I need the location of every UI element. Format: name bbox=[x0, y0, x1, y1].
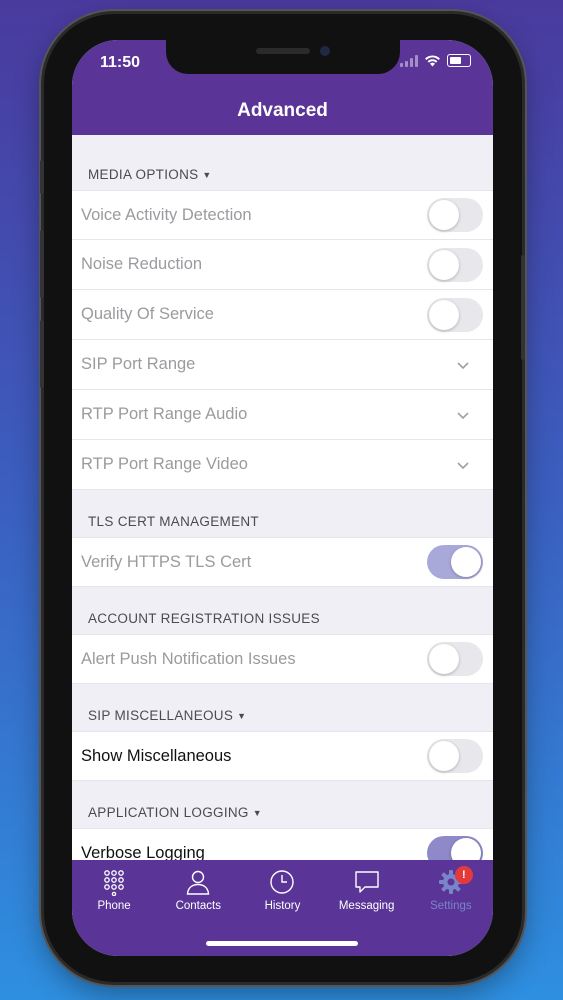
tab-phone[interactable]: Phone bbox=[72, 868, 156, 912]
volume-up-button bbox=[40, 230, 44, 298]
row-verify-https-tls-cert[interactable]: Verify HTTPS TLS Cert bbox=[72, 537, 493, 587]
tab-label: Settings bbox=[430, 900, 472, 912]
tab-bar: Phone Contacts History Messaging ! Setti… bbox=[72, 860, 493, 956]
side-button bbox=[521, 255, 525, 360]
row-rtp-port-range-video[interactable]: RTP Port Range Video bbox=[72, 440, 493, 490]
page-title: Advanced bbox=[237, 100, 328, 121]
section-title: ACCOUNT REGISTRATION ISSUES bbox=[88, 611, 320, 626]
settings-list[interactable]: MEDIA OPTIONS ▼ Voice Activity Detection… bbox=[72, 135, 493, 878]
row-label: RTP Port Range Video bbox=[81, 455, 248, 473]
row-label: RTP Port Range Audio bbox=[81, 405, 248, 423]
notch bbox=[166, 40, 400, 74]
section-title: TLS CERT MANAGEMENT bbox=[88, 514, 259, 529]
chat-bubble-icon bbox=[354, 871, 379, 893]
caret-down-icon: ▼ bbox=[252, 808, 262, 818]
row-noise-reduction[interactable]: Noise Reduction bbox=[72, 240, 493, 290]
mute-switch bbox=[40, 160, 44, 194]
section-header-sip-miscellaneous[interactable]: SIP MISCELLANEOUS ▼ bbox=[72, 684, 493, 731]
row-label: Alert Push Notification Issues bbox=[81, 649, 296, 668]
tab-label: Phone bbox=[97, 900, 131, 912]
speaker bbox=[256, 48, 310, 54]
chevron-down-icon bbox=[457, 361, 469, 369]
section-header-application-logging[interactable]: APPLICATION LOGGING ▼ bbox=[72, 781, 493, 828]
toggle-switch[interactable] bbox=[427, 198, 483, 232]
row-rtp-port-range-audio[interactable]: RTP Port Range Audio bbox=[72, 390, 493, 440]
row-label: SIP Port Range bbox=[81, 355, 196, 373]
caret-down-icon: ▼ bbox=[237, 711, 247, 721]
tab-label: Messaging bbox=[338, 900, 395, 912]
clock-icon bbox=[270, 870, 295, 894]
row-label: Show Miscellaneous bbox=[81, 746, 232, 765]
row-sip-port-range[interactable]: SIP Port Range bbox=[72, 340, 493, 390]
toggle-switch[interactable] bbox=[427, 545, 483, 579]
dialpad-icon bbox=[104, 870, 124, 896]
caret-down-icon: ▼ bbox=[202, 170, 212, 180]
home-indicator[interactable] bbox=[206, 941, 358, 946]
row-alert-push-notification-issues[interactable]: Alert Push Notification Issues bbox=[72, 634, 493, 684]
tab-history[interactable]: History bbox=[240, 868, 324, 912]
chevron-down-icon bbox=[457, 411, 469, 419]
toggle-switch[interactable] bbox=[427, 297, 483, 332]
section-header-media-options[interactable]: MEDIA OPTIONS ▼ bbox=[72, 135, 493, 190]
toggle-switch[interactable] bbox=[427, 247, 483, 282]
row-quality-of-service[interactable]: Quality Of Service bbox=[72, 290, 493, 340]
row-show-miscellaneous[interactable]: Show Miscellaneous bbox=[72, 731, 493, 781]
tab-settings[interactable]: ! Settings bbox=[409, 866, 493, 912]
toggle-switch[interactable] bbox=[427, 642, 483, 676]
section-title: SIP MISCELLANEOUS bbox=[88, 708, 234, 723]
status-time: 11:50 bbox=[100, 54, 141, 71]
tab-contacts[interactable]: Contacts bbox=[156, 868, 240, 912]
section-header-tls-cert: TLS CERT MANAGEMENT bbox=[72, 490, 493, 537]
person-icon bbox=[187, 870, 210, 895]
row-label: Quality Of Service bbox=[81, 305, 214, 323]
row-label: Verify HTTPS TLS Cert bbox=[81, 552, 252, 571]
section-header-account-registration: ACCOUNT REGISTRATION ISSUES bbox=[72, 587, 493, 634]
section-title: APPLICATION LOGGING bbox=[88, 805, 249, 820]
volume-down-button bbox=[40, 320, 44, 388]
battery-icon bbox=[447, 54, 471, 67]
wifi-icon bbox=[425, 54, 440, 66]
status-icons bbox=[400, 54, 471, 67]
screen: 11:50 Advanced MEDIA OPTIONS ▼ Voice Act… bbox=[72, 40, 493, 956]
front-camera bbox=[320, 46, 330, 56]
tab-messaging[interactable]: Messaging bbox=[325, 868, 409, 912]
row-label: Voice Activity Detection bbox=[81, 205, 252, 224]
signal-icon bbox=[400, 54, 418, 67]
tab-label: History bbox=[264, 900, 301, 912]
row-label: Noise Reduction bbox=[81, 255, 203, 273]
toggle-switch[interactable] bbox=[427, 739, 483, 773]
chevron-down-icon bbox=[457, 461, 469, 469]
notification-badge: ! bbox=[454, 866, 473, 884]
section-title: MEDIA OPTIONS bbox=[88, 167, 199, 182]
row-voice-activity-detection[interactable]: Voice Activity Detection bbox=[72, 190, 493, 240]
tab-label: Contacts bbox=[175, 900, 221, 912]
